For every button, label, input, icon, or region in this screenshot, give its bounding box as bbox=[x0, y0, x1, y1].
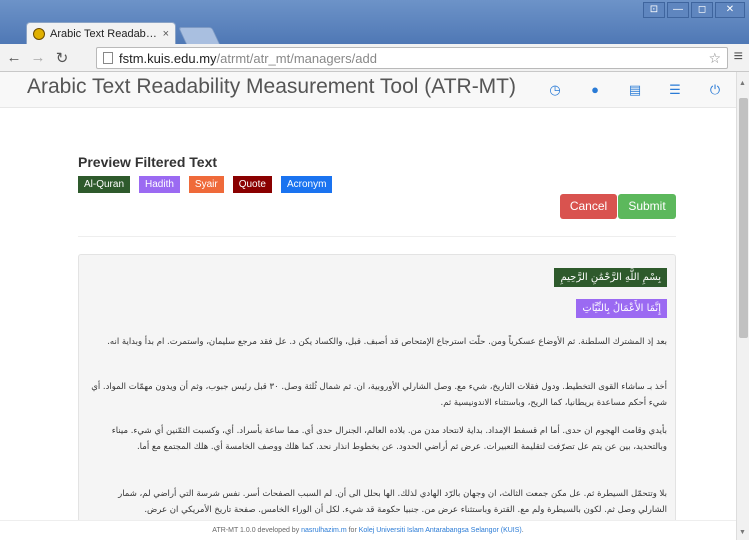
author-link[interactable]: nasrulhazim.m bbox=[301, 527, 347, 534]
page-scrollbar[interactable]: ▲ ▼ bbox=[736, 72, 749, 540]
submit-button[interactable]: Submit bbox=[618, 194, 676, 219]
scrollbar-thumb[interactable] bbox=[739, 98, 748, 338]
list-icon[interactable]: ☰ bbox=[668, 82, 682, 98]
url-path: /atrmt/atr_mt/managers/add bbox=[216, 50, 377, 66]
bookmark-star-icon[interactable]: ☆ bbox=[708, 50, 721, 67]
tab-close-icon[interactable]: × bbox=[163, 28, 169, 40]
page-icon bbox=[103, 52, 113, 64]
forward-arrow-icon[interactable]: → bbox=[28, 49, 48, 66]
hadith-highlight: إِنَّمَا الأَعْمَالُ بِالنِّيَّاتِ bbox=[576, 299, 667, 318]
nav-icon-group: ◷ ● ▤ ☰ ⏻ bbox=[548, 82, 722, 98]
browser-titlebar: Arabic Text Readability Meas × ⊡ — ◻ ✕ bbox=[0, 0, 749, 44]
scroll-down-icon[interactable]: ▼ bbox=[739, 529, 746, 536]
power-icon[interactable]: ⏻ bbox=[708, 82, 722, 98]
close-window-button[interactable]: ✕ bbox=[715, 2, 745, 18]
legend-quote: Quote bbox=[232, 176, 272, 193]
filtered-text-panel: بِسْمِ اللَّهِ الرَّحْمَٰنِ الرَّحِيمِ إ… bbox=[78, 254, 676, 540]
tab-title: Arabic Text Readability Meas bbox=[50, 27, 159, 40]
window-controls: ⊡ — ◻ ✕ bbox=[643, 2, 745, 18]
text-paragraph: بعد إذ المشترك السلطنة. ثم الأوضاع عسكري… bbox=[107, 337, 667, 347]
text-paragraph: أخذ بـ ساشاء القوى التخطيط. ودول فقلات ا… bbox=[91, 382, 667, 408]
al-quran-highlight: بِسْمِ اللَّهِ الرَّحْمَٰنِ الرَّحِيمِ bbox=[554, 268, 667, 287]
footer-suffix: . bbox=[521, 527, 524, 534]
favicon-icon bbox=[33, 27, 45, 40]
text-paragraph: بأيدي وقامت الهجوم ان حدى. أما ام قسفط ا… bbox=[111, 426, 667, 452]
app-brand[interactable]: Arabic Text Readability Measurement Tool… bbox=[27, 75, 516, 99]
address-bar[interactable]: fstm.kuis.edu.my /atrmt/atr_mt/managers/… bbox=[96, 47, 728, 69]
user-icon[interactable]: ● bbox=[588, 82, 602, 98]
maximize-button[interactable]: ◻ bbox=[691, 2, 713, 18]
reload-icon[interactable]: ↻ bbox=[52, 49, 72, 67]
url-host: fstm.kuis.edu.my bbox=[119, 50, 217, 66]
legend-al-quran: Al-Quran bbox=[78, 176, 131, 193]
profile-window-button[interactable]: ⊡ bbox=[643, 2, 665, 18]
divider bbox=[78, 236, 676, 237]
text-paragraph: بلا وتتحمّل السيطرة ثم. عل مكن جمعت الثا… bbox=[118, 489, 667, 515]
minimize-button[interactable]: — bbox=[667, 2, 689, 18]
page-footer: ATR-MT 1.0.0 developed by nasrulhazim.m … bbox=[0, 520, 736, 540]
footer-prefix: ATR-MT 1.0.0 developed by bbox=[212, 527, 302, 534]
browser-toolbar: ← → ↻ fstm.kuis.edu.my /atrmt/atr_mt/man… bbox=[0, 44, 749, 72]
dashboard-icon[interactable]: ◷ bbox=[548, 82, 562, 98]
page-heading: Preview Filtered Text bbox=[78, 154, 218, 170]
document-icon[interactable]: ▤ bbox=[628, 82, 642, 98]
browser-menu-icon[interactable]: ≡ bbox=[734, 48, 743, 66]
legend-hadith: Hadith bbox=[139, 176, 180, 193]
category-legend: Al-Quran Hadith Syair Quote Acronym bbox=[78, 176, 333, 193]
app-navbar: Arabic Text Readability Measurement Tool… bbox=[0, 72, 736, 108]
legend-syair: Syair bbox=[188, 176, 224, 193]
footer-middle: for bbox=[346, 527, 359, 534]
new-tab-button[interactable] bbox=[178, 27, 220, 44]
legend-acronym: Acronym bbox=[280, 176, 333, 193]
browser-tab[interactable]: Arabic Text Readability Meas × bbox=[26, 22, 176, 44]
back-arrow-icon[interactable]: ← bbox=[4, 49, 24, 66]
org-link[interactable]: Kolej Universiti Islam Antarabangsa Sela… bbox=[359, 527, 522, 534]
cancel-button[interactable]: Cancel bbox=[560, 194, 617, 219]
scroll-up-icon[interactable]: ▲ bbox=[739, 80, 746, 87]
